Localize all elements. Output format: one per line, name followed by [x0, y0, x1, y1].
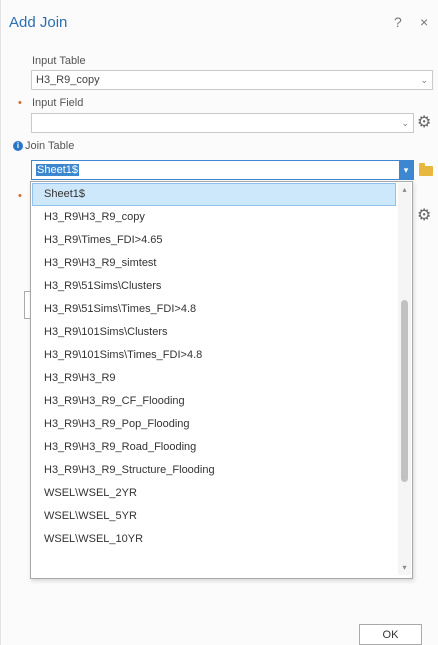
dropdown-item[interactable]: H3_R9\51Sims\Clusters	[31, 275, 412, 298]
input-field-select[interactable]: ⌄	[31, 113, 414, 133]
dropdown-items: Sheet1$ H3_R9\H3_R9_copy H3_R9\Times_FDI>4…	[31, 183, 412, 551]
dropdown-item[interactable]: H3_R9\Times_FDI>4.65	[31, 229, 412, 252]
scroll-down-icon[interactable]: ▾	[398, 561, 411, 575]
chevron-down-icon: ⌄	[420, 75, 428, 85]
dropdown-item[interactable]: H3_R9\101Sims\Clusters	[31, 321, 412, 344]
dropdown-item[interactable]: H3_R9\H3_R9_Road_Flooding	[31, 436, 412, 459]
dropdown-item[interactable]: H3_R9\H3_R9_copy	[31, 206, 412, 229]
info-icon[interactable]: i	[13, 141, 23, 151]
scrollbar[interactable]: ▴ ▾	[398, 183, 411, 575]
dropdown-item[interactable]: WSEL\WSEL_5YR	[31, 505, 412, 528]
required-marker: •	[18, 190, 22, 202]
chevron-down-icon[interactable]: ▾	[399, 161, 413, 179]
help-button[interactable]: ?	[394, 14, 402, 30]
dropdown-item[interactable]: Sheet1$	[32, 183, 396, 206]
close-button[interactable]: ×	[420, 14, 428, 30]
dropdown-item[interactable]: H3_R9\H3_R9_Pop_Flooding	[31, 413, 412, 436]
join-table-value[interactable]: Sheet1$	[36, 164, 79, 176]
input-table-value: H3_R9_copy	[36, 74, 100, 86]
gear-icon[interactable]: ⚙	[417, 112, 431, 132]
pane-title: Add Join	[9, 14, 68, 31]
dropdown-item[interactable]: H3_R9\H3_R9_CF_Flooding	[31, 390, 412, 413]
input-table-label: Input Table	[32, 55, 86, 67]
dropdown-item[interactable]: H3_R9\H3_R9_simtest	[31, 252, 412, 275]
dropdown-item[interactable]: H3_R9\51Sims\Times_FDI>4.8	[31, 298, 412, 321]
scrollbar-thumb[interactable]	[401, 300, 408, 482]
input-field-label: Input Field	[32, 97, 84, 109]
dropdown-item[interactable]: H3_R9\H3_R9	[31, 367, 412, 390]
scroll-up-icon[interactable]: ▴	[398, 183, 411, 197]
dropdown-item[interactable]: WSEL\WSEL_2YR	[31, 482, 412, 505]
chevron-down-icon: ⌄	[401, 118, 409, 128]
ok-button[interactable]: OK	[359, 624, 422, 645]
gear-icon[interactable]: ⚙	[417, 205, 431, 225]
join-table-dropdown-list[interactable]: Sheet1$ H3_R9\H3_R9_copy H3_R9\Times_FDI>4…	[30, 181, 413, 579]
input-table-select[interactable]: H3_R9_copy ⌄	[31, 70, 433, 90]
dropdown-item[interactable]: H3_R9\H3_R9_Structure_Flooding	[31, 459, 412, 482]
join-table-combobox[interactable]: Sheet1$ ▾	[31, 160, 414, 180]
folder-icon[interactable]	[419, 163, 433, 176]
add-join-pane: Add Join ? × Input Table H3_R9_copy ⌄ • …	[0, 0, 438, 645]
dropdown-item[interactable]: H3_R9\101Sims\Times_FDI>4.8	[31, 344, 412, 367]
required-marker: •	[18, 97, 22, 109]
dropdown-item[interactable]: WSEL\WSEL_10YR	[31, 528, 412, 551]
join-table-label: Join Table	[25, 140, 75, 152]
